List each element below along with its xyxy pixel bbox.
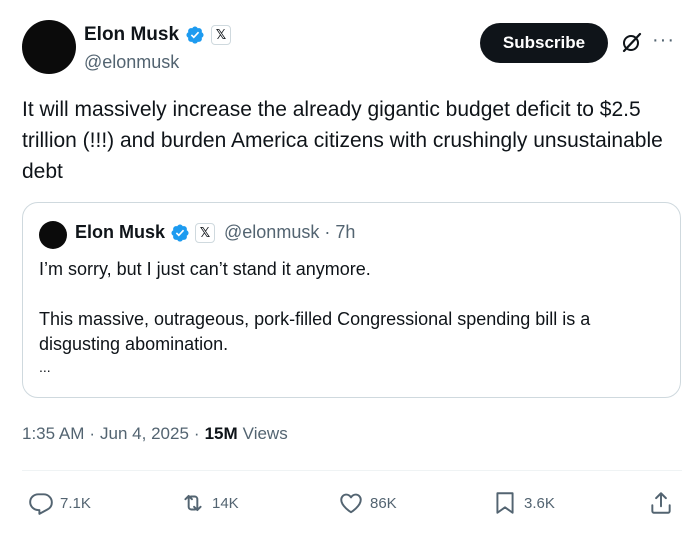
grok-icon[interactable] <box>620 30 644 54</box>
x-logo-icon: 𝕏 <box>211 25 232 45</box>
quoted-handle-time: @elonmusk · 7h <box>224 222 356 242</box>
bookmark-icon <box>496 492 514 514</box>
bookmark-count: 3.6K <box>524 494 555 512</box>
repost-count: 14K <box>212 494 239 512</box>
reply-count: 7.1K <box>60 494 91 512</box>
divider <box>22 470 682 471</box>
quoted-tweet[interactable]: Elon Musk 𝕏 @elonmusk · 7h I’m sorry, bu… <box>22 202 681 398</box>
tweet-time[interactable]: 1:35 AM <box>22 424 84 444</box>
verified-badge-icon <box>171 223 189 242</box>
share-icon <box>651 492 671 514</box>
author-name-row: Elon Musk 𝕏 <box>84 24 232 46</box>
x-logo-icon: 𝕏 <box>195 222 216 243</box>
like-count: 86K <box>370 494 397 512</box>
quoted-text-line1: I’m sorry, but I just can’t stand it any… <box>39 259 371 279</box>
repost-button[interactable]: 14K <box>180 486 239 520</box>
tweet-date[interactable]: Jun 4, 2025 <box>100 424 189 444</box>
subscribe-button[interactable]: Subscribe <box>480 23 608 63</box>
quoted-text: I’m sorry, but I just can’t stand it any… <box>39 257 669 377</box>
share-button[interactable] <box>648 486 674 520</box>
meta-separator: · <box>89 424 96 443</box>
author-handle[interactable]: @elonmusk <box>84 52 179 73</box>
quoted-text-line2: This massive, outrageous, pork-filled Co… <box>39 309 591 354</box>
quoted-avatar <box>39 221 67 249</box>
views-label: Views <box>242 424 288 443</box>
bookmark-button[interactable]: 3.6K <box>492 486 555 520</box>
tweet-text: It will massively increase the already g… <box>22 98 663 183</box>
repost-icon <box>184 494 202 512</box>
action-bar: 7.1K 14K 86K 3.6K <box>22 486 682 520</box>
quoted-author-row: Elon Musk 𝕏 @elonmusk · 7h <box>75 222 355 243</box>
reply-icon <box>29 493 53 515</box>
views-count: 15M <box>204 424 238 443</box>
more-icon[interactable]: ··· <box>652 28 682 52</box>
like-button[interactable]: 86K <box>338 486 397 520</box>
quoted-ellipsis: ... <box>39 359 51 375</box>
quoted-display-name: Elon Musk <box>75 222 166 242</box>
like-icon <box>340 493 362 514</box>
reply-button[interactable]: 7.1K <box>28 486 91 520</box>
tweet-meta: 1:35 AM · Jun 4, 2025 · 15M Views <box>22 424 288 444</box>
meta-separator: · <box>193 424 200 443</box>
author-display-name[interactable]: Elon Musk <box>84 24 179 46</box>
tweet-header: Elon Musk 𝕏 @elonmusk Subscribe ··· <box>22 20 682 80</box>
verified-badge-icon[interactable] <box>185 25 205 45</box>
avatar[interactable] <box>22 20 76 74</box>
